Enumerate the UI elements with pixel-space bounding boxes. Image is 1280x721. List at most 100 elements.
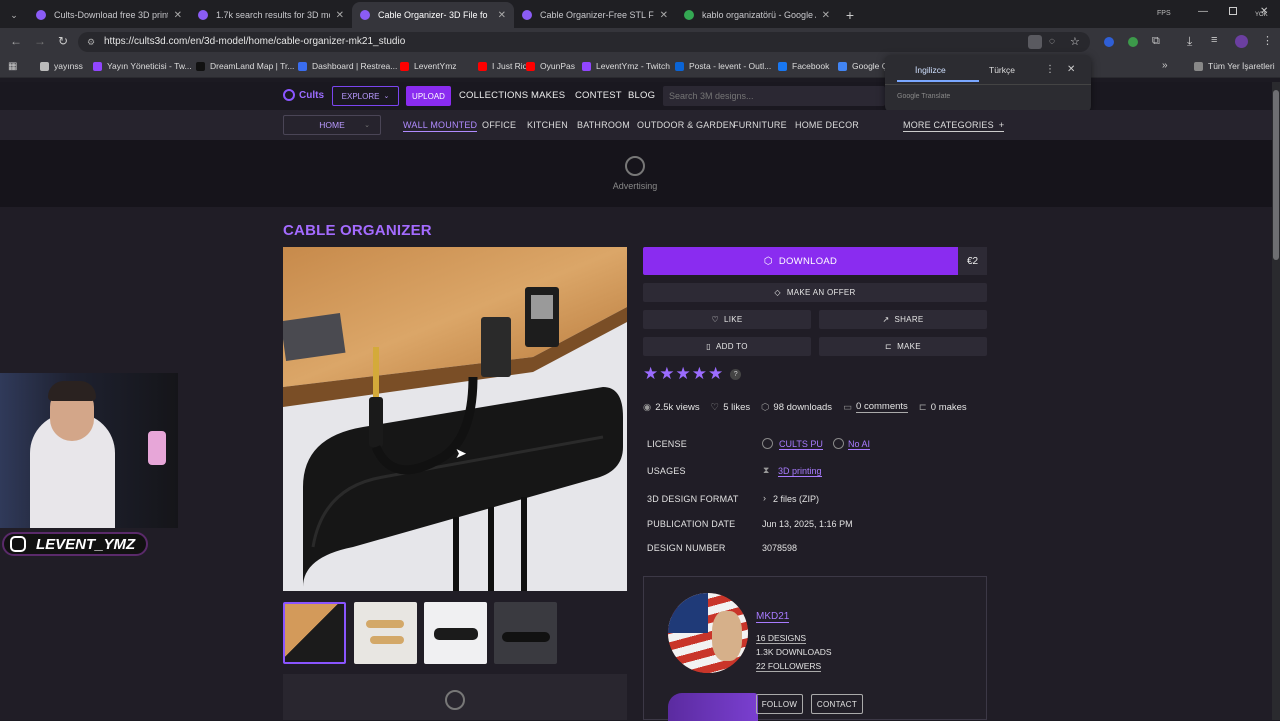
extensions-puzzle-icon[interactable]: ⧉: [1152, 35, 1160, 48]
browser-tab-4[interactable]: Cable Organizer-Free STL F ✕: [514, 2, 676, 28]
home-dropdown[interactable]: HOME ⌄: [283, 115, 381, 135]
star-icon[interactable]: ★: [643, 364, 658, 384]
usages-value[interactable]: 3D printing: [778, 466, 822, 477]
rating-stars[interactable]: ★ ★ ★ ★ ★?: [643, 364, 742, 384]
profile-avatar[interactable]: [1235, 35, 1248, 48]
share-button[interactable]: ↗ SHARE: [819, 310, 987, 329]
bookmark-item[interactable]: Dashboard | Restrea...: [298, 61, 397, 71]
category-kitchen[interactable]: KITCHEN: [527, 120, 568, 130]
all-bookmarks[interactable]: Tüm Yer İşaretleri: [1194, 61, 1275, 71]
category-wall-mounted[interactable]: WALL MOUNTED: [403, 120, 478, 132]
browser-tab-2[interactable]: 1.7k search results for 3D mode ✕: [190, 2, 352, 28]
star-icon[interactable]: ★: [692, 364, 707, 384]
category-bathroom[interactable]: BATHROOM: [577, 120, 630, 130]
bookmark-item[interactable]: OyunPas: [526, 61, 575, 71]
thumbnail-4[interactable]: [494, 602, 557, 664]
browser-tab-5[interactable]: kablo organizatörü - Google Al ✕: [676, 2, 838, 28]
address-bar[interactable]: ⚙ https://cults3d.com/en/3d-model/home/c…: [78, 32, 1090, 52]
contact-button[interactable]: CONTACT: [811, 694, 863, 714]
browser-tab-3[interactable]: Cable Organizer- 3D File fo ✕: [352, 2, 514, 28]
no-ai-icon: [833, 438, 844, 449]
tab-search-button[interactable]: ⌄: [0, 2, 28, 28]
download-icon[interactable]: ⤓: [1187, 34, 1192, 49]
bookmark-item[interactable]: Posta - levent - Outl...: [675, 61, 771, 71]
translate-tab-turkish[interactable]: Türkçe: [989, 65, 1015, 75]
translate-close-icon[interactable]: ✕: [1067, 64, 1075, 75]
bookmark-star-icon[interactable]: ☆: [1070, 32, 1080, 52]
tab-close-icon[interactable]: ✕: [822, 10, 830, 21]
rating-help-icon[interactable]: ?: [730, 368, 742, 380]
page-scrollbar[interactable]: [1272, 82, 1280, 720]
more-categories[interactable]: MORE CATEGORIES +: [903, 120, 1005, 132]
bookmark-item[interactable]: DreamLand Map | Tr...: [196, 61, 294, 71]
add-to-button[interactable]: ▯ ADD TO: [643, 337, 811, 356]
nav-contest[interactable]: CONTEST: [575, 90, 622, 101]
upload-button[interactable]: UPLOAD: [406, 86, 451, 106]
browser-tab-1[interactable]: Cults-Download free 3D printer ✕: [28, 2, 190, 28]
cults-logo[interactable]: Cults: [283, 89, 324, 101]
download-button[interactable]: ⬡ DOWNLOAD: [643, 247, 958, 275]
tab-close-icon[interactable]: ✕: [498, 10, 506, 21]
follow-button[interactable]: FOLLOW: [756, 694, 803, 714]
make-button[interactable]: ⊏ MAKE: [819, 337, 987, 356]
nav-collections[interactable]: COLLECTIONS: [459, 90, 528, 101]
star-icon[interactable]: ★: [708, 364, 723, 384]
category-outdoor-garden[interactable]: OUTDOOR & GARDEN: [637, 120, 736, 130]
translate-icon[interactable]: [1028, 35, 1042, 49]
scrollbar-thumb[interactable]: [1273, 90, 1279, 260]
bookmark-item[interactable]: Yayın Yöneticisi - Tw...: [93, 61, 192, 71]
explore-button[interactable]: EXPLORE ⌄: [332, 86, 399, 106]
format-value[interactable]: 2 files (ZIP): [773, 494, 819, 504]
like-button[interactable]: ♡ LIKE: [643, 310, 811, 329]
minimize-icon[interactable]: —: [1198, 6, 1208, 17]
category-furniture[interactable]: FURNITURE: [733, 120, 787, 130]
star-icon[interactable]: ★: [676, 364, 691, 384]
reload-icon[interactable]: ↻: [58, 34, 68, 48]
creator-name[interactable]: MKD21: [756, 611, 790, 623]
product-image[interactable]: [283, 247, 627, 591]
product-photo-illustration: [283, 247, 627, 591]
media-icon[interactable]: ≡: [1211, 34, 1217, 46]
thumbnail-3[interactable]: [424, 602, 487, 664]
bookmark-item[interactable]: LeventYmz - Twitch: [582, 61, 670, 71]
creator-designs[interactable]: 16 DESIGNS: [756, 633, 807, 644]
site-info-icon[interactable]: ⚙: [87, 32, 95, 52]
extension-icon-2[interactable]: [1128, 37, 1138, 47]
star-icon[interactable]: ★: [659, 364, 674, 384]
bookmark-item[interactable]: I Just Ride: [478, 61, 532, 71]
apps-grid-icon[interactable]: ▦: [8, 61, 17, 72]
category-home-decor[interactable]: HOME DECOR: [795, 120, 859, 130]
bookmark-item[interactable]: Google Ç: [838, 61, 888, 71]
bookmark-item[interactable]: LeventYmz: [400, 61, 457, 71]
nav-makes[interactable]: MAKES: [531, 90, 565, 101]
comments-count[interactable]: 0 comments: [856, 401, 908, 413]
tab-close-icon[interactable]: ✕: [660, 10, 668, 21]
license-value[interactable]: CULTS PU: [779, 439, 823, 450]
make-offer-button[interactable]: ◇ MAKE AN OFFER: [643, 283, 987, 302]
new-tab-button[interactable]: +: [838, 2, 862, 28]
no-ai-link[interactable]: No AI: [848, 439, 871, 450]
restore-icon[interactable]: [1229, 7, 1237, 15]
search-input[interactable]: [663, 86, 885, 106]
category-office[interactable]: OFFICE: [482, 120, 516, 130]
hide-icon[interactable]: ◌: [1049, 32, 1055, 52]
creator-followers[interactable]: 22 FOLLOWERS: [756, 661, 822, 672]
translate-options-icon[interactable]: ⋮: [1045, 64, 1055, 75]
thumbnail-2[interactable]: [354, 602, 417, 664]
bookmarks-overflow-icon[interactable]: »: [1162, 60, 1168, 71]
forward-icon[interactable]: →: [34, 34, 46, 48]
chevron-right-icon[interactable]: ›: [763, 493, 766, 503]
translate-tab-english[interactable]: İngilizce: [915, 65, 946, 75]
bookmark-favicon-icon: [478, 61, 487, 71]
menu-icon[interactable]: ⋮: [1262, 34, 1273, 47]
bookmark-favicon-icon: [93, 61, 102, 71]
extension-icon-1[interactable]: [1104, 37, 1114, 47]
bookmark-item[interactable]: Facebook: [778, 61, 829, 71]
nav-blog[interactable]: BLOG: [628, 90, 655, 101]
bookmark-item[interactable]: yayınss: [40, 61, 83, 71]
back-icon[interactable]: ←: [10, 34, 22, 48]
thumbnail-1[interactable]: [283, 602, 346, 664]
tab-close-icon[interactable]: ✕: [336, 10, 344, 21]
creator-avatar[interactable]: [668, 593, 748, 673]
tab-close-icon[interactable]: ✕: [174, 10, 182, 21]
